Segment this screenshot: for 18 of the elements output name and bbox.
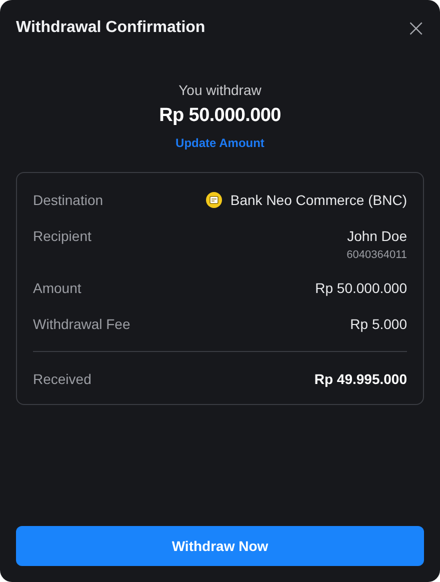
withdraw-amount: Rp 50.000.000 — [159, 105, 281, 127]
detail-label: Withdrawal Fee — [33, 315, 130, 333]
withdraw-label: You withdraw — [178, 81, 262, 99]
withdraw-now-button[interactable]: Withdraw Now — [16, 526, 424, 566]
bank-logo-icon — [206, 192, 222, 208]
detail-label: Recipient — [33, 227, 92, 245]
update-amount-link[interactable]: Update Amount — [176, 136, 264, 150]
detail-label: Received — [33, 370, 92, 388]
detail-value: John Doe — [347, 227, 407, 245]
detail-label: Amount — [33, 279, 82, 297]
detail-label: Destination — [33, 191, 104, 209]
close-button[interactable]: × — [406, 19, 424, 37]
account-number: 6040364011 — [346, 249, 407, 261]
detail-value: Bank Neo Commerce (BNC) — [230, 191, 407, 209]
dialog-title: Withdrawal Confirmation — [16, 19, 206, 37]
detail-value: Rp 50.000.000 — [315, 279, 407, 297]
detail-value: Rp 49.995.000 — [314, 370, 407, 388]
detail-value: Rp 5.000 — [350, 315, 407, 333]
